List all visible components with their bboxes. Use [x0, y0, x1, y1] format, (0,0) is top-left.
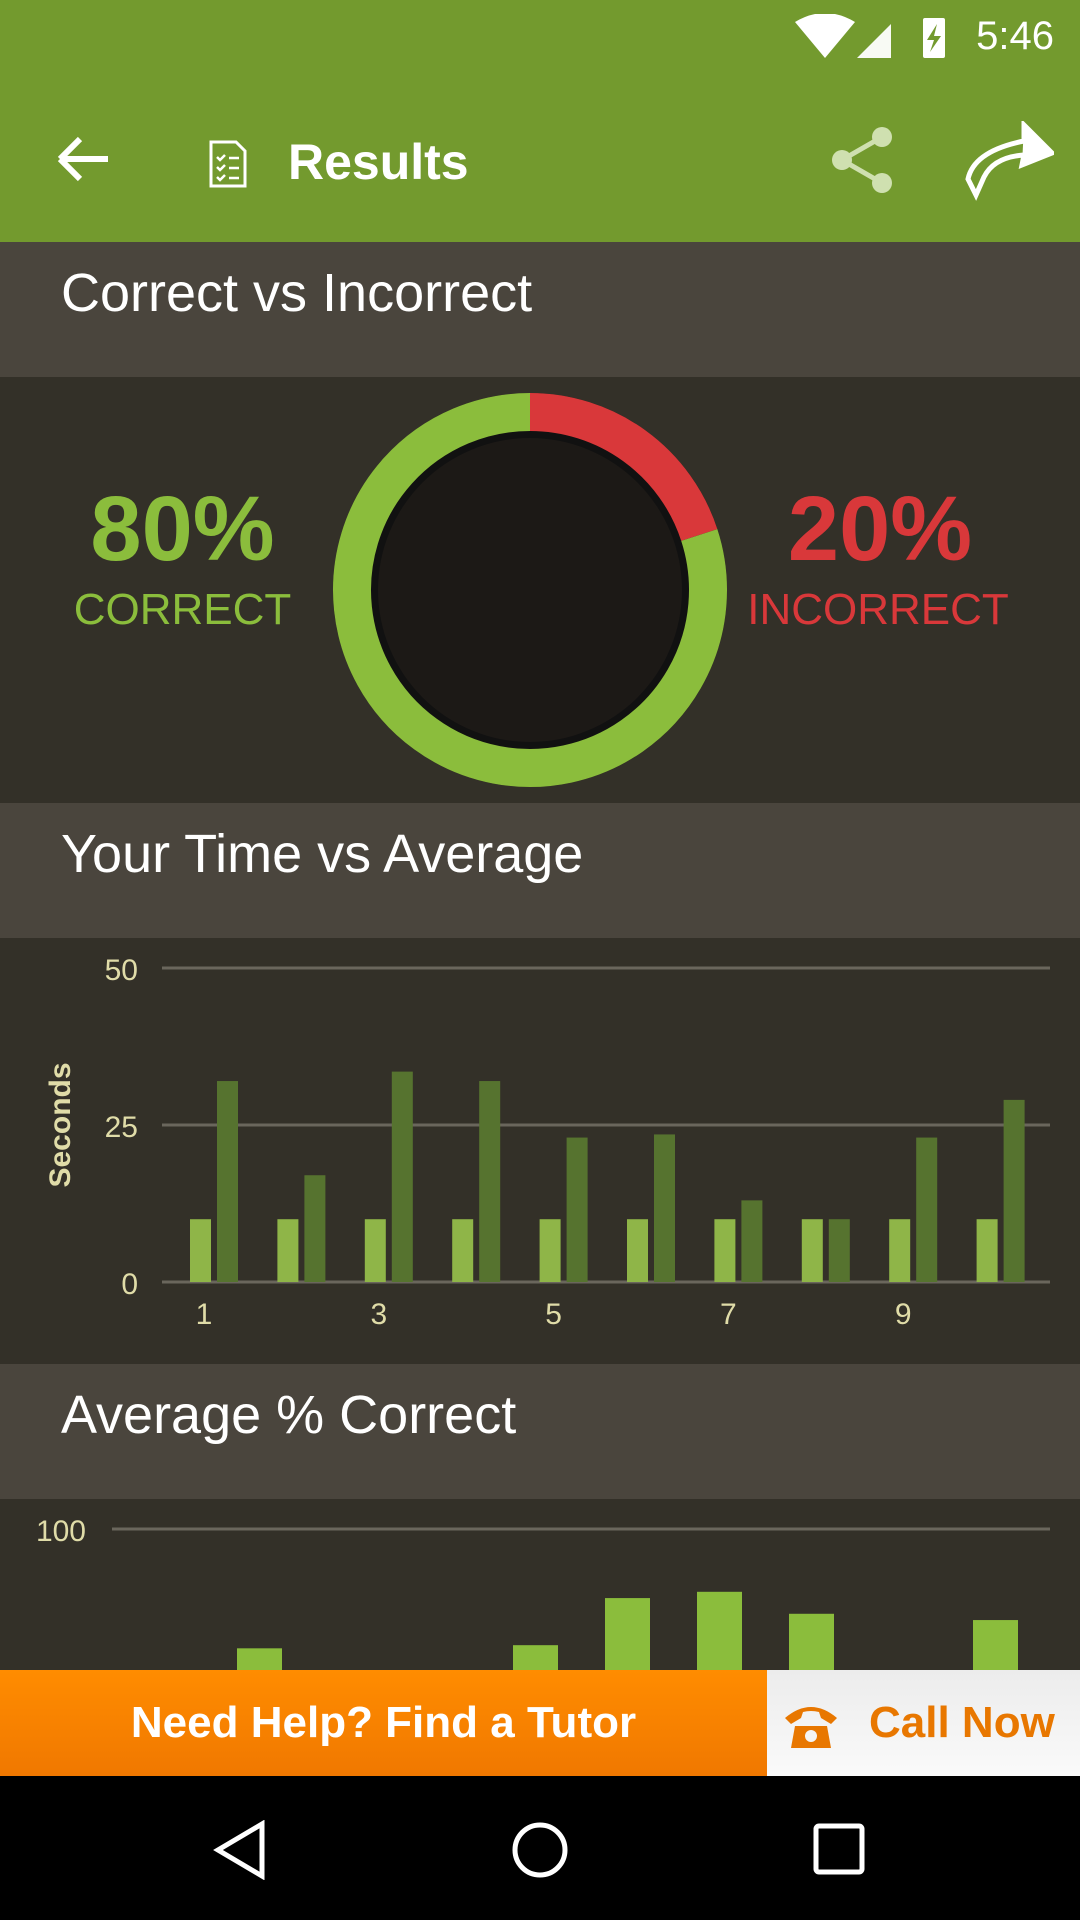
nav-recents-icon[interactable] — [812, 1822, 868, 1878]
bar-your-time — [539, 1219, 561, 1282]
back-arrow-icon[interactable] — [56, 135, 112, 183]
time-chart-panel: 0 25 50 Seconds 1 3 5 7 9 — [0, 938, 1080, 1364]
time-bar-chart: 0 25 50 Seconds 1 3 5 7 9 — [44, 954, 1050, 1331]
x-tick-label: 7 — [720, 1298, 737, 1331]
y-tick-label: 25 — [105, 1111, 138, 1144]
bar-your-time — [889, 1219, 911, 1282]
status-bar: 5:46 — [0, 0, 1080, 73]
correct-percent: 80% — [90, 478, 275, 580]
find-tutor-button[interactable]: Need Help? Find a Tutor — [0, 1670, 767, 1776]
bar-avg-correct — [973, 1620, 1018, 1670]
bar-avg-correct — [237, 1648, 282, 1670]
bar-average-time — [304, 1175, 326, 1282]
bar-your-time — [452, 1219, 474, 1282]
bar-your-time — [364, 1219, 386, 1282]
x-tick-label: 1 — [196, 1298, 213, 1331]
bar-average-time — [391, 1071, 413, 1282]
bar-average-time — [741, 1200, 763, 1282]
bar-avg-correct — [605, 1598, 650, 1670]
toolbar: Results — [0, 73, 1080, 242]
bar-your-time — [277, 1219, 299, 1282]
bar-your-time — [627, 1219, 648, 1282]
section-header-time: Your Time vs Average — [0, 803, 1080, 938]
bar-avg-correct — [513, 1645, 558, 1670]
navigation-bar — [0, 1776, 1080, 1920]
call-now-label: Call Now — [869, 1698, 1055, 1747]
document-checklist-icon — [209, 140, 247, 188]
bar-your-time — [801, 1219, 823, 1282]
bar-average-time — [828, 1219, 850, 1282]
bar-average-time — [654, 1134, 675, 1282]
nav-home-icon[interactable] — [510, 1820, 570, 1880]
donut-chart — [333, 393, 727, 787]
nav-back-icon[interactable] — [212, 1820, 268, 1880]
avg-chart-panel: 100 — [0, 1499, 1080, 1670]
tutor-banner[interactable]: Need Help? Find a Tutor Call Now — [0, 1670, 1080, 1776]
avg-bar-chart: 100 — [36, 1515, 1050, 1670]
bar-average-time — [1003, 1099, 1025, 1282]
bar-your-time — [190, 1219, 211, 1282]
wifi-signal-battery-icons — [795, 14, 945, 58]
bar-your-time — [976, 1219, 998, 1282]
correct-vs-incorrect-panel: 80% CORRECT 20% INCORRECT — [0, 377, 1080, 803]
signal-icon — [857, 24, 891, 58]
bar-average-time — [916, 1137, 938, 1282]
call-now-button[interactable]: Call Now — [767, 1670, 1080, 1776]
y-tick-label: 50 — [105, 954, 138, 987]
donut-hole — [378, 438, 682, 742]
clock: 5:46 — [976, 14, 1054, 58]
y-tick-label: 0 — [121, 1268, 138, 1301]
y-axis-label: Seconds — [44, 1062, 77, 1187]
x-tick-label: 3 — [370, 1298, 387, 1331]
bar-your-time — [714, 1219, 736, 1282]
y-tick-label: 100 — [36, 1515, 86, 1548]
wifi-icon — [795, 14, 855, 58]
page-title: Results — [288, 134, 469, 190]
bar-average-time — [566, 1137, 588, 1282]
forward-icon[interactable] — [964, 121, 1054, 201]
incorrect-percent: 20% — [787, 478, 973, 580]
x-tick-label: 5 — [545, 1298, 562, 1331]
incorrect-label: INCORRECT — [747, 585, 1009, 634]
share-icon[interactable] — [828, 125, 898, 195]
bar-avg-correct — [697, 1591, 742, 1670]
x-tick-label: 9 — [895, 1298, 912, 1331]
section-header-correct: Correct vs Incorrect — [0, 242, 1080, 377]
section-header-avg: Average % Correct — [0, 1364, 1080, 1499]
correct-label: CORRECT — [73, 585, 292, 634]
bar-avg-correct — [789, 1613, 834, 1670]
bar-average-time — [479, 1081, 501, 1282]
phone-icon — [785, 1707, 837, 1748]
bar-average-time — [217, 1081, 238, 1282]
